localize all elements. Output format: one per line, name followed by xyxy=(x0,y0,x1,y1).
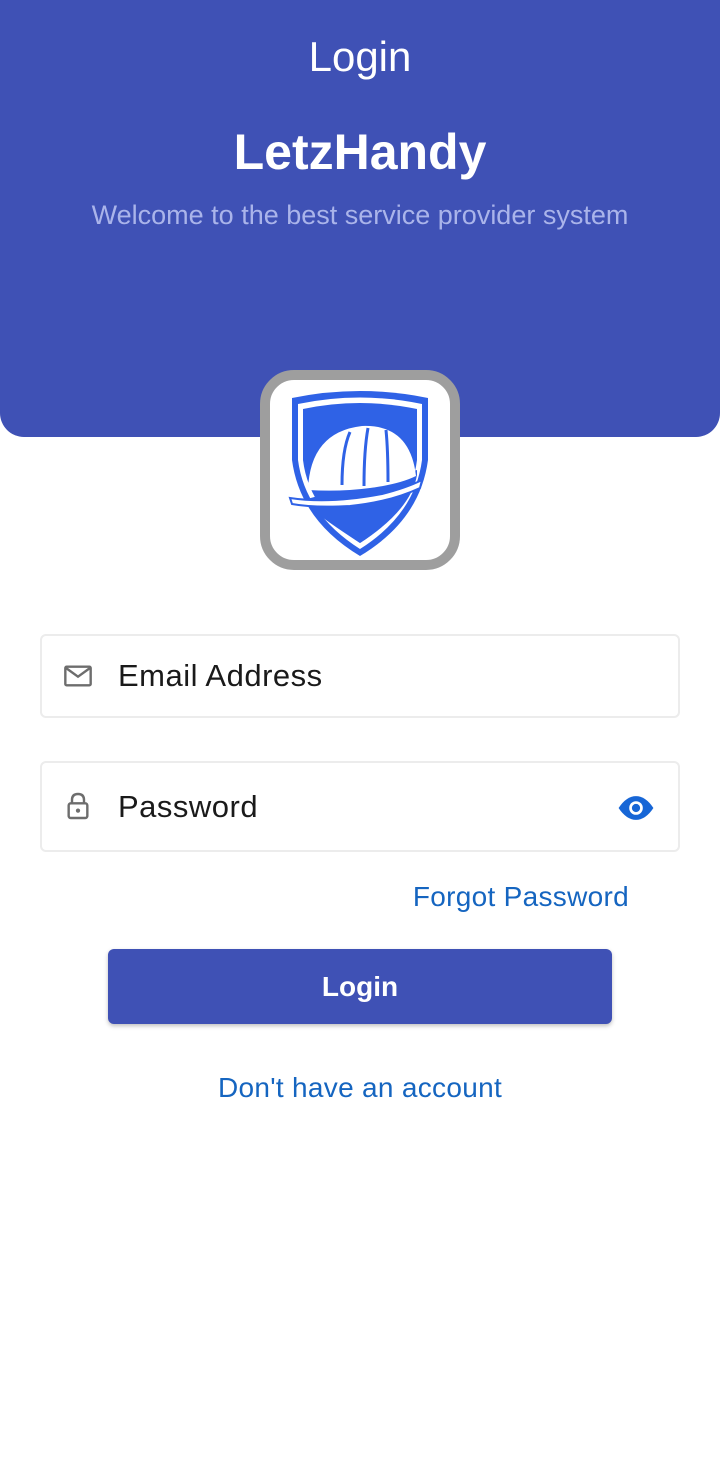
email-input[interactable] xyxy=(118,636,578,716)
signup-link[interactable]: Don't have an account xyxy=(0,1070,720,1106)
login-screen: Login LetzHandy Welcome to the best serv… xyxy=(0,0,720,1468)
password-field[interactable] xyxy=(40,761,680,852)
app-logo xyxy=(260,370,460,570)
login-button[interactable]: Login xyxy=(108,949,612,1024)
password-input[interactable] xyxy=(118,763,578,850)
mail-icon xyxy=(64,665,92,687)
app-name: LetzHandy xyxy=(233,124,487,180)
hard-hat-shield-icon xyxy=(288,391,428,556)
forgot-password-link[interactable]: Forgot Password xyxy=(413,879,629,915)
page-title: Login xyxy=(308,33,412,80)
eye-icon[interactable] xyxy=(616,789,656,827)
lock-icon xyxy=(67,792,89,820)
tagline: Welcome to the best service provider sys… xyxy=(91,200,629,230)
email-field[interactable] xyxy=(40,634,680,718)
